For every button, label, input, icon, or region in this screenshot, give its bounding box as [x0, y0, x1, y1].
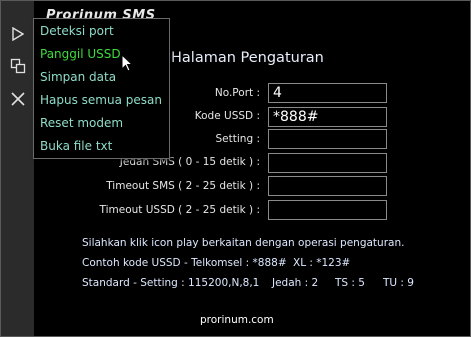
ussd-label: Kode USSD :: [194, 110, 260, 122]
timeout-sms-field[interactable]: [268, 176, 387, 196]
info-instruction: Silahkan klik icon play berkaitan dengan…: [82, 237, 405, 249]
standard-tu: TU : 9: [383, 277, 414, 289]
timeout-ussd-label: Timeout USSD ( 2 - 25 detik ) :: [99, 204, 261, 216]
play-icon[interactable]: [8, 24, 28, 44]
page-title: Halaman Pengaturan: [171, 50, 324, 66]
close-icon[interactable]: [8, 89, 28, 109]
setting-label: Setting :: [215, 133, 260, 145]
timeout-sms-label: Timeout SMS ( 2 - 25 detik ) :: [106, 180, 260, 192]
port-field[interactable]: [268, 83, 387, 103]
standard-setting: Standard - Setting : 115200,N,8,1: [82, 277, 260, 289]
toolbar: [1, 1, 34, 336]
setting-field[interactable]: [268, 129, 387, 149]
ussd-code-field[interactable]: [268, 107, 387, 127]
menu-item-hapus-semua-pesan[interactable]: Hapus semua pesan: [40, 93, 162, 107]
jeda-sms-field[interactable]: [268, 153, 387, 173]
info-standard: Standard - Setting : 115200,N,8,1 Jedah …: [82, 277, 422, 291]
menu-item-reset-modem[interactable]: Reset modem: [40, 116, 123, 130]
standard-jeda: Jedah : 2: [272, 277, 319, 289]
timeout-ussd-field[interactable]: [268, 200, 387, 220]
context-menu: Deteksi port Panggil USSD Simpan data Ha…: [33, 18, 170, 159]
menu-item-simpan-data[interactable]: Simpan data: [40, 70, 116, 84]
menu-item-deteksi-port[interactable]: Deteksi port: [40, 24, 114, 38]
ussd-example-xl: XL : *123#: [293, 257, 351, 269]
port-label: No.Port :: [214, 87, 260, 99]
info-ussd-example: Contoh kode USSD - Telkomsel : *888# XL …: [82, 257, 382, 271]
footer-link[interactable]: prorinum.com: [200, 314, 274, 326]
standard-ts: TS : 5: [335, 277, 365, 289]
copy-icon[interactable]: [8, 56, 28, 76]
mouse-cursor-icon: [121, 53, 134, 76]
ussd-example-telkomsel: Contoh kode USSD - Telkomsel : *888#: [82, 257, 287, 269]
menu-item-buka-file-txt[interactable]: Buka file txt: [40, 139, 112, 153]
menu-item-panggil-ussd[interactable]: Panggil USSD: [40, 47, 121, 61]
